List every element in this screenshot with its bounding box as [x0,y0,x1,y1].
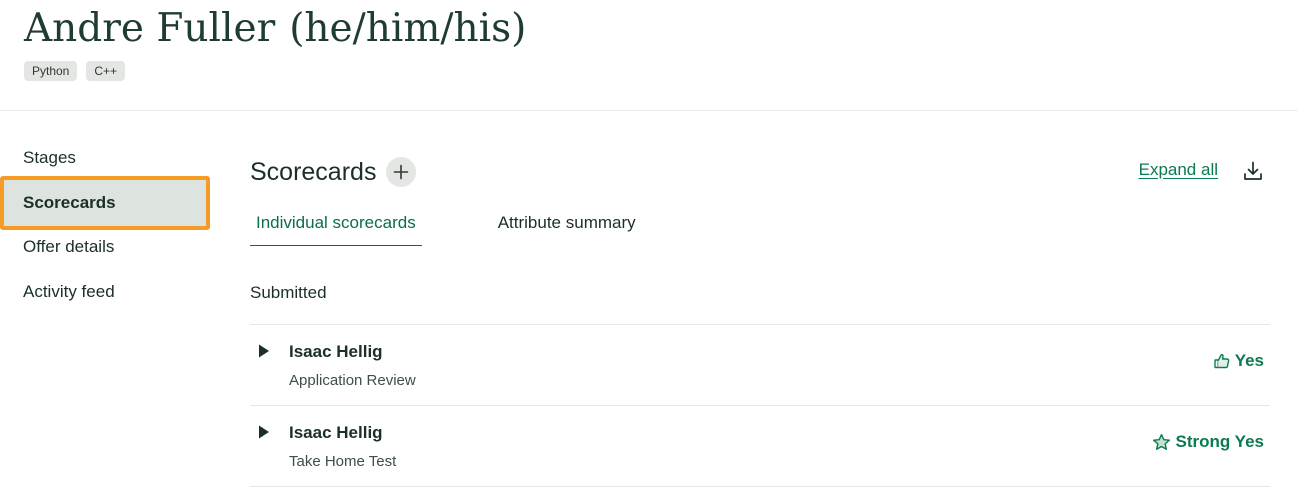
tab-individual-scorecards[interactable]: Individual scorecards [250,204,422,246]
thumbs-up-icon [1213,353,1230,369]
scorecard-list: Isaac Hellig Application Review Yes Isaa… [250,324,1270,487]
download-icon [1244,161,1262,180]
rating-badge: Yes [1213,351,1264,371]
scorecard-row[interactable]: Isaac Hellig Application Review Yes [250,324,1270,405]
interviewer-name: Isaac Hellig [289,423,383,442]
sidebar-item-activity-feed[interactable]: Activity feed [0,274,212,310]
tab-attribute-summary[interactable]: Attribute summary [492,204,642,246]
candidate-name-heading: Andre Fuller (he/him/his) [24,4,526,54]
scorecards-title: Scorecards [250,157,377,186]
rating-label: Strong Yes [1175,432,1265,451]
interviewer-name: Isaac Hellig [289,342,383,361]
rating-badge: Strong Yes [1152,432,1265,452]
scorecard-tabs: Individual scorecards Attribute summary [250,204,642,246]
caret-right-icon[interactable] [258,425,270,439]
tag-python: Python [24,61,78,81]
add-scorecard-button[interactable] [386,157,417,187]
rating-label: Yes [1234,351,1264,370]
candidate-pronouns: (he/him/his) [289,6,527,51]
candidate-tags: Python C++ [24,61,126,81]
candidate-name: Andre Fuller [24,6,276,51]
tag-cpp: C++ [86,61,126,81]
candidate-header: Andre Fuller (he/him/his) Python C++ [0,0,1298,111]
plus-icon [394,164,409,180]
sidebar-item-scorecards[interactable]: Scorecards [0,176,210,230]
sidebar-item-stages[interactable]: Stages [0,140,212,176]
caret-right-icon[interactable] [258,344,270,358]
interview-stage: Application Review [289,372,416,389]
sidebar-item-offer-details[interactable]: Offer details [0,229,212,265]
scorecards-title-row: Scorecards [250,154,417,190]
submitted-section-label: Submitted [250,283,327,302]
scorecard-row[interactable]: Isaac Hellig Take Home Test Strong Yes [250,405,1270,487]
expand-all-link[interactable]: Expand all [1139,160,1218,180]
interview-stage: Take Home Test [289,453,397,470]
download-button[interactable] [1240,158,1266,184]
star-icon [1152,433,1170,450]
